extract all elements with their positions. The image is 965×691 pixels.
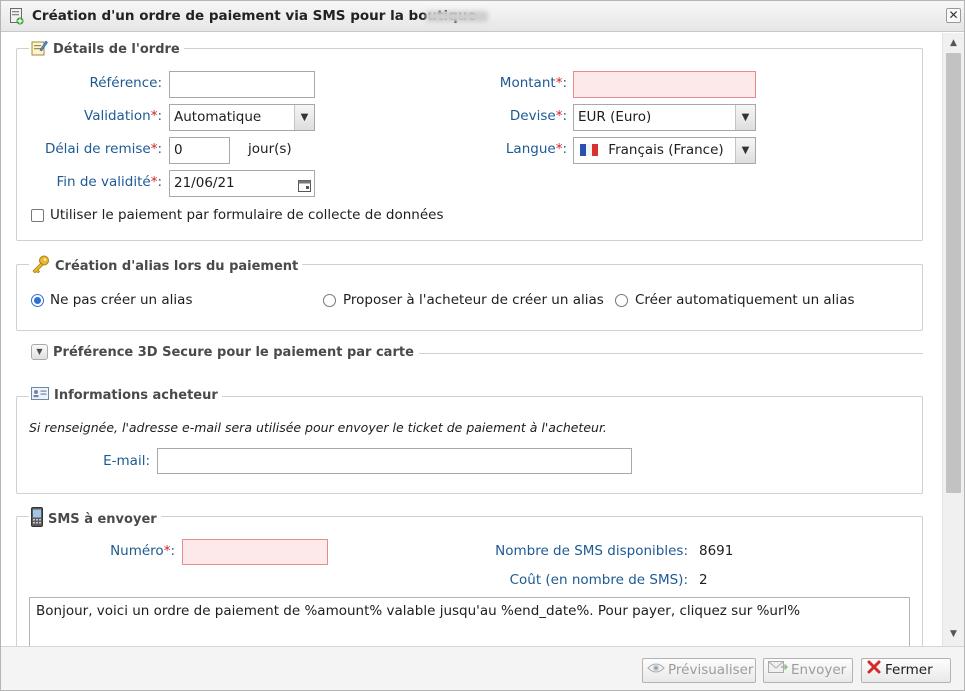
calendar-icon[interactable] [298, 176, 311, 201]
chevron-down-icon: ▼ [735, 105, 755, 130]
phone-number-label: Numéro*: [110, 543, 175, 559]
document-add-icon [10, 8, 24, 25]
form-collection-label: Utiliser le paiement par formulaire de c… [50, 207, 444, 223]
redacted-shop-name [426, 11, 488, 22]
sms-available-label: Nombre de SMS disponibles: [495, 543, 688, 559]
reference-input[interactable] [169, 71, 315, 98]
chevron-down-icon: ▼ [294, 105, 314, 130]
alias-option-propose-radio[interactable] [323, 294, 336, 307]
alias-option-propose-label: Proposer à l'acheteur de créer un alias [343, 292, 604, 308]
vertical-scrollbar[interactable]: ▲ ▼ [942, 33, 964, 646]
key-icon [31, 255, 50, 277]
validation-label: Validation*: [84, 108, 162, 124]
alias-legend: Création d'alias lors du paiement [29, 255, 303, 277]
scroll-up-icon[interactable]: ▲ [943, 35, 964, 51]
currency-label: Devise*: [509, 108, 567, 124]
alias-option-none-radio[interactable] [31, 294, 44, 307]
alias-option-none-label: Ne pas créer un alias [50, 292, 193, 308]
dialog-title: Création d'un ordre de paiement via SMS … [32, 8, 477, 24]
payment-order-dialog: Création d'un ordre de paiement via SMS … [0, 0, 965, 691]
buyer-info-section: Informations acheteur Si renseignée, l'a… [16, 387, 923, 494]
buyer-info-note: Si renseignée, l'adresse e-mail sera uti… [29, 420, 607, 435]
preview-button[interactable]: Prévisualiser [642, 658, 756, 683]
secure3d-section[interactable]: ▼ Préférence 3D Secure pour le paiement … [31, 344, 923, 362]
dialog-footer: Prévisualiser Envoyer Fermer [1, 646, 964, 690]
close-icon: ✕ [948, 8, 959, 22]
expiry-date-input[interactable]: 21/06/21 [169, 170, 315, 197]
eye-icon [647, 659, 665, 682]
form-collection-checkbox[interactable] [31, 209, 44, 222]
language-select[interactable]: Français (France) ▼ [573, 137, 756, 164]
amount-input[interactable] [573, 71, 756, 98]
reference-label: Référence: [89, 75, 162, 91]
sms-legend: SMS à envoyer [29, 507, 161, 531]
close-dialog-button[interactable]: ✕ [946, 8, 961, 23]
close-x-icon [866, 659, 882, 683]
email-label: E-mail: [103, 453, 150, 469]
delay-input[interactable]: 0 [169, 137, 230, 164]
sms-section: SMS à envoyer Numéro*: Nombre de SMS dis… [16, 507, 923, 646]
edit-icon [31, 39, 48, 60]
scroll-down-icon[interactable]: ▼ [943, 626, 964, 642]
sms-cost-label: Coût (en nombre de SMS): [509, 572, 688, 588]
phone-number-input[interactable] [182, 539, 328, 565]
chevron-down-icon: ▼ [735, 138, 755, 163]
buyer-info-legend: Informations acheteur [29, 387, 222, 404]
language-label: Langue*: [505, 141, 567, 157]
secure3d-legend[interactable]: ▼ Préférence 3D Secure pour le paiement … [31, 344, 419, 360]
close-button[interactable]: Fermer [861, 658, 951, 683]
sms-available-value: 8691 [699, 543, 734, 559]
delay-label: Délai de remise*: [44, 141, 162, 157]
expand-icon[interactable]: ▼ [31, 344, 48, 360]
email-input[interactable] [157, 448, 632, 474]
alias-section: Création d'alias lors du paiement Ne pas… [16, 255, 923, 331]
currency-select[interactable]: EUR (Euro) ▼ [573, 104, 756, 131]
send-button[interactable]: Envoyer [763, 658, 853, 683]
alias-option-auto-radio[interactable] [615, 294, 628, 307]
delay-unit: jour(s) [248, 141, 292, 157]
scroll-thumb[interactable] [946, 53, 961, 493]
id-card-icon [31, 387, 49, 404]
mobile-phone-icon [31, 507, 43, 531]
expiry-label: Fin de validité*: [56, 174, 162, 190]
amount-label: Montant*: [499, 75, 567, 91]
alias-option-auto-label: Créer automatiquement un alias [635, 292, 855, 308]
dialog-titlebar: Création d'un ordre de paiement via SMS … [1, 1, 964, 32]
sms-message-textarea[interactable]: Bonjour, voici un ordre de paiement de %… [29, 597, 910, 646]
dialog-content: Détails de l'ordre Référence: Validation… [1, 33, 942, 646]
send-mail-icon [768, 659, 789, 682]
flag-france-icon [580, 140, 598, 165]
sms-cost-value: 2 [699, 572, 708, 588]
validation-select[interactable]: Automatique ▼ [169, 104, 315, 131]
order-details-section: Détails de l'ordre Référence: Validation… [16, 39, 923, 241]
order-details-legend: Détails de l'ordre [29, 39, 184, 60]
